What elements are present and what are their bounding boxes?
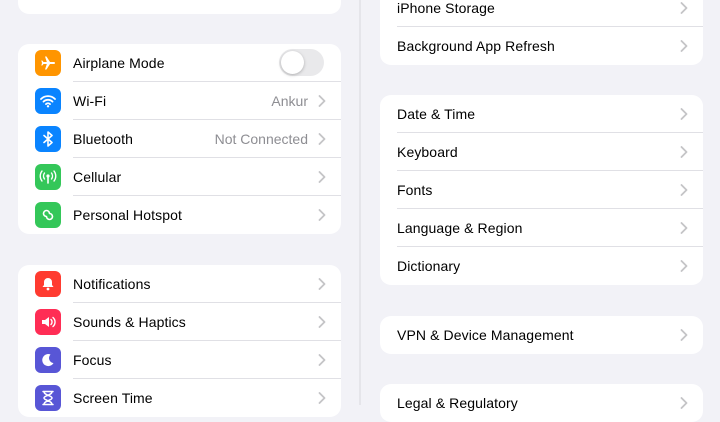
storage-group: iPhone Storage Background App Refresh (380, 0, 703, 65)
sounds-haptics-row[interactable]: Sounds & Haptics (18, 303, 341, 341)
background-app-refresh-row[interactable]: Background App Refresh (380, 27, 703, 65)
airplane-icon (35, 50, 61, 76)
toggle-knob (281, 51, 304, 74)
screen-time-label: Screen Time (73, 390, 153, 406)
screen-time-row[interactable]: Screen Time (18, 379, 341, 417)
bluetooth-row[interactable]: Bluetooth Not Connected (18, 120, 341, 158)
focus-row[interactable]: Focus (18, 341, 341, 379)
airplane-mode-toggle[interactable] (279, 49, 324, 76)
language-region-row[interactable]: Language & Region (380, 209, 703, 247)
vpn-device-management-label: VPN & Device Management (397, 327, 574, 343)
chevron-right-icon (680, 2, 688, 14)
fonts-row[interactable]: Fonts (380, 171, 703, 209)
dictionary-row[interactable]: Dictionary (380, 247, 703, 285)
airplane-mode-label: Airplane Mode (73, 55, 165, 71)
focus-label: Focus (73, 352, 112, 368)
chevron-right-icon (680, 222, 688, 234)
chevron-right-icon (680, 397, 688, 409)
date-time-label: Date & Time (397, 106, 476, 122)
vpn-group: VPN & Device Management (380, 316, 703, 354)
moon-icon (35, 347, 61, 373)
chevron-right-icon (680, 329, 688, 341)
personal-hotspot-row[interactable]: Personal Hotspot (18, 196, 341, 234)
bell-icon (35, 271, 61, 297)
chevron-right-icon (680, 146, 688, 158)
cellular-row[interactable]: Cellular (18, 158, 341, 196)
general-group: Date & Time Keyboard Fonts Language & Re… (380, 95, 703, 285)
wifi-label: Wi-Fi (73, 93, 107, 109)
chevron-right-icon (318, 278, 326, 290)
legal-group: Legal & Regulatory (380, 384, 703, 422)
chevron-right-icon (318, 316, 326, 328)
iphone-storage-row[interactable]: iPhone Storage (380, 0, 703, 27)
bluetooth-label: Bluetooth (73, 131, 134, 147)
profile-card[interactable] (18, 0, 341, 14)
chevron-right-icon (680, 260, 688, 272)
iphone-storage-label: iPhone Storage (397, 0, 495, 16)
legal-regulatory-label: Legal & Regulatory (397, 395, 518, 411)
dictionary-label: Dictionary (397, 258, 461, 274)
split-view-divider (359, 0, 361, 405)
cellular-icon (35, 164, 61, 190)
wifi-network-value: Ankur (271, 93, 308, 109)
notifications-group: Notifications Sounds & Haptics Focus Scr… (18, 265, 341, 417)
wifi-icon (35, 88, 61, 114)
connectivity-group: Airplane Mode Wi-Fi Ankur Bluetooth Not … (18, 44, 341, 234)
speaker-icon (35, 309, 61, 335)
keyboard-row[interactable]: Keyboard (380, 133, 703, 171)
personal-hotspot-label: Personal Hotspot (73, 207, 182, 223)
chevron-right-icon (318, 354, 326, 366)
fonts-label: Fonts (397, 182, 433, 198)
chevron-right-icon (680, 40, 688, 52)
chevron-right-icon (318, 209, 326, 221)
date-time-row[interactable]: Date & Time (380, 95, 703, 133)
language-region-label: Language & Region (397, 220, 523, 236)
bluetooth-icon (35, 126, 61, 152)
hourglass-icon (35, 385, 61, 411)
cellular-label: Cellular (73, 169, 122, 185)
background-app-refresh-label: Background App Refresh (397, 38, 555, 54)
chevron-right-icon (680, 184, 688, 196)
chevron-right-icon (318, 95, 326, 107)
keyboard-label: Keyboard (397, 144, 458, 160)
chevron-right-icon (318, 133, 326, 145)
legal-regulatory-row[interactable]: Legal & Regulatory (380, 384, 703, 422)
hotspot-icon (35, 202, 61, 228)
chevron-right-icon (318, 171, 326, 183)
notifications-label: Notifications (73, 276, 151, 292)
notifications-row[interactable]: Notifications (18, 265, 341, 303)
vpn-device-management-row[interactable]: VPN & Device Management (380, 316, 703, 354)
bluetooth-status-value: Not Connected (214, 131, 308, 147)
chevron-right-icon (680, 108, 688, 120)
airplane-mode-row[interactable]: Airplane Mode (18, 44, 341, 82)
wifi-row[interactable]: Wi-Fi Ankur (18, 82, 341, 120)
chevron-right-icon (318, 392, 326, 404)
sounds-haptics-label: Sounds & Haptics (73, 314, 186, 330)
